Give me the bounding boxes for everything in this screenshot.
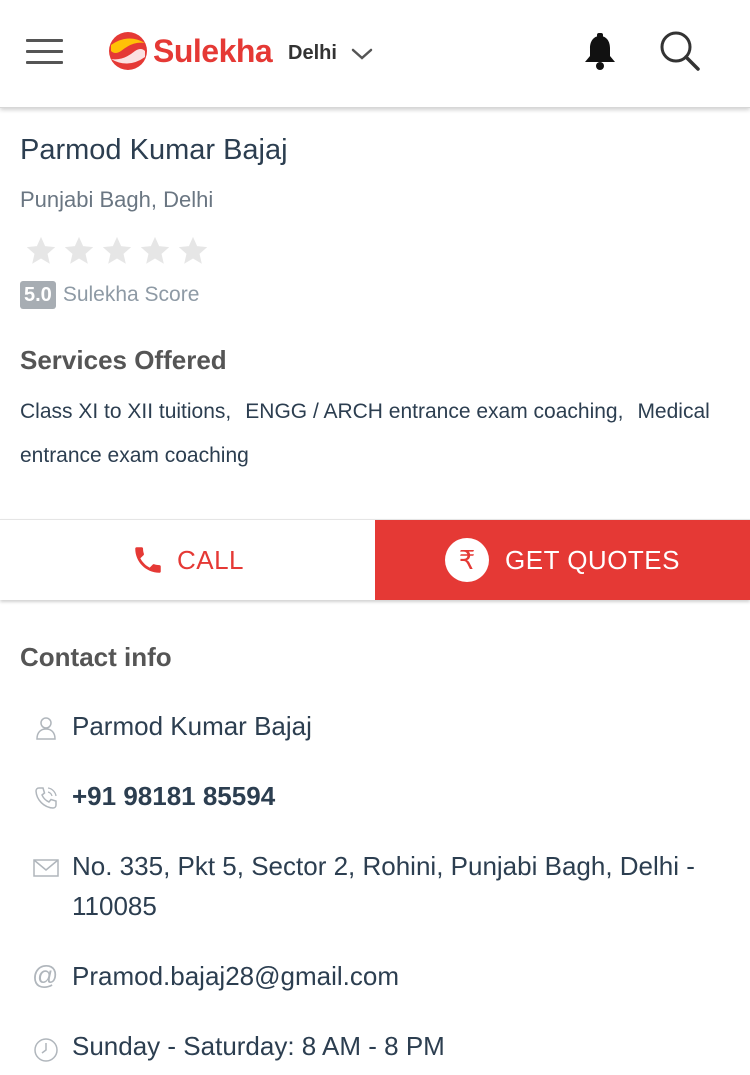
phone-outline-icon bbox=[35, 787, 57, 809]
phone-icon bbox=[135, 547, 161, 573]
call-button[interactable]: CALL bbox=[0, 520, 375, 600]
clock-icon bbox=[34, 1038, 58, 1062]
call-button-label: CALL bbox=[176, 544, 245, 575]
user-icon bbox=[36, 717, 56, 740]
at-sign-icon: @ bbox=[32, 960, 59, 990]
services-heading: Services Offered bbox=[20, 345, 227, 375]
sulekha-score: 5.0 Sulekha Score bbox=[20, 281, 199, 309]
sulekha-logo[interactable]: Sulekha bbox=[107, 28, 273, 74]
get-quotes-button[interactable]: ₹ GET QUOTES bbox=[375, 520, 750, 600]
logo-text: Sulekha bbox=[153, 32, 273, 69]
get-quotes-label: GET QUOTES bbox=[505, 544, 680, 575]
bell-icon[interactable] bbox=[580, 32, 620, 72]
app-header: Sulekha Delhi bbox=[0, 0, 750, 108]
score-badge: 5.0 bbox=[20, 281, 56, 309]
services-list: Class XI to XII tuitions, ENGG / ARCH ent… bbox=[20, 390, 720, 478]
contact-hours: Sunday - Saturday: 8 AM - 8 PM bbox=[72, 1031, 445, 1061]
rupee-icon: ₹ bbox=[445, 538, 489, 582]
star-empty-icon bbox=[64, 236, 94, 264]
action-bar: CALL ₹ GET QUOTES bbox=[0, 519, 750, 600]
star-empty-icon bbox=[26, 236, 56, 264]
contact-heading: Contact info bbox=[20, 642, 172, 672]
chevron-down-icon bbox=[351, 48, 373, 60]
search-icon[interactable] bbox=[657, 28, 701, 72]
service-item[interactable]: Class XI to XII tuitions, bbox=[20, 400, 231, 423]
score-label: Sulekha Score bbox=[62, 283, 200, 306]
contact-phone[interactable]: +91 98181 85594 bbox=[72, 776, 732, 816]
hamburger-menu-icon[interactable] bbox=[26, 39, 63, 65]
sulekha-logo-icon bbox=[109, 32, 147, 70]
contact-name: Parmod Kumar Bajaj bbox=[72, 711, 312, 741]
star-empty-icon bbox=[178, 236, 208, 264]
envelope-icon bbox=[33, 859, 59, 877]
city-selector[interactable]: Delhi bbox=[288, 42, 373, 65]
listing-locality: Punjabi Bagh, Delhi bbox=[20, 187, 214, 212]
star-empty-icon bbox=[140, 236, 170, 264]
service-item[interactable]: ENGG / ARCH entrance exam coaching, bbox=[245, 400, 623, 423]
contact-address: No. 335, Pkt 5, Sector 2, Rohini, Punjab… bbox=[72, 851, 695, 921]
contact-email[interactable]: Pramod.bajaj28@gmail.com bbox=[72, 956, 732, 996]
city-label: Delhi bbox=[288, 42, 337, 64]
listing-title: Parmod Kumar Bajaj bbox=[20, 134, 288, 166]
star-empty-icon bbox=[102, 236, 132, 264]
rating-stars[interactable] bbox=[24, 234, 214, 268]
